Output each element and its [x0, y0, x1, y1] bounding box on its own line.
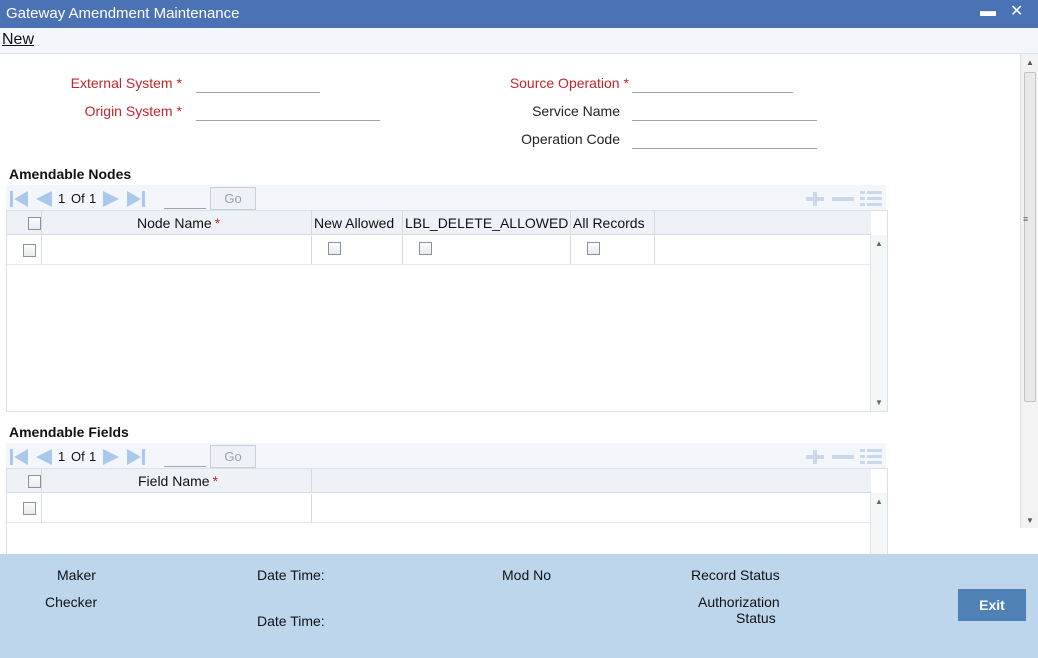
scroll-up-icon[interactable]: ▲ — [875, 497, 883, 506]
delete-row-icon[interactable] — [830, 447, 856, 467]
new-allowed-checkbox[interactable] — [328, 242, 341, 255]
new-button[interactable]: New — [2, 31, 34, 49]
all-records-header: All Records — [573, 215, 645, 231]
minimize-icon[interactable]: ▬ — [980, 2, 996, 22]
delete-row-icon[interactable] — [830, 189, 856, 209]
next-page-icon[interactable] — [101, 189, 123, 209]
origin-system-input[interactable] — [196, 120, 380, 121]
origin-system-label-text: Origin System — [84, 103, 173, 119]
source-operation-label: Source Operation * — [510, 75, 629, 91]
window-title: Gateway Amendment Maintenance — [6, 5, 240, 22]
row-select-checkbox[interactable] — [23, 244, 36, 257]
authorization-label: Authorization — [698, 594, 780, 610]
table-row — [7, 494, 871, 523]
previous-page-icon[interactable] — [32, 447, 54, 467]
required-mark: * — [176, 75, 182, 91]
checker-label: Checker — [45, 594, 98, 610]
page-current: 1 — [58, 191, 66, 206]
last-page-icon[interactable] — [125, 447, 147, 467]
amendable-fields-grid: Field Name * ▲ — [6, 468, 888, 554]
select-all-fields-checkbox[interactable] — [28, 475, 41, 488]
scroll-up-icon[interactable]: ▲ — [875, 239, 883, 248]
page-number-input[interactable] — [164, 191, 206, 209]
fields-toolbar: 1 Of 1 Go — [6, 443, 886, 469]
new-allowed-header: New Allowed — [314, 215, 395, 231]
page-number-input[interactable] — [164, 449, 206, 467]
nodes-grid-header: Node Name * New Allowed LBL_DELETE_ALLOWE… — [7, 211, 871, 235]
add-row-icon[interactable] — [802, 189, 828, 209]
next-page-icon[interactable] — [101, 447, 123, 467]
record-status-label: Record Status — [691, 567, 780, 583]
fields-grid-scrollbar[interactable]: ▲ — [870, 493, 887, 554]
field-name-cell[interactable] — [42, 494, 312, 522]
checker-date-time-label: Date Time: — [257, 613, 325, 629]
page-total: 1 — [89, 191, 97, 206]
table-row — [7, 236, 871, 265]
origin-system-label: Origin System * — [85, 103, 182, 119]
first-page-icon[interactable] — [8, 447, 30, 467]
required-mark: * — [176, 103, 182, 119]
main-scrollbar[interactable]: ▲ ≡ ▼ — [1020, 54, 1038, 528]
scrollbar-grip-icon: ≡ — [1023, 214, 1029, 224]
scrollbar-thumb[interactable] — [1024, 72, 1036, 402]
menu-bar: New — [0, 28, 1038, 54]
select-all-nodes-checkbox[interactable] — [28, 217, 41, 230]
amendable-nodes-grid: Node Name * New Allowed LBL_DELETE_ALLOWE… — [6, 210, 888, 412]
required-mark: * — [623, 75, 629, 91]
service-name-input[interactable] — [632, 120, 817, 121]
external-system-label: External System * — [71, 75, 182, 91]
service-name-label: Service Name — [532, 103, 620, 119]
source-operation-input[interactable] — [632, 92, 793, 93]
close-icon[interactable]: ✕ — [1010, 2, 1023, 22]
operation-code-input[interactable] — [632, 148, 817, 149]
external-system-label-text: External System — [70, 75, 173, 91]
go-button[interactable]: Go — [210, 445, 256, 468]
field-name-header-text: Field Name — [138, 473, 210, 489]
scroll-up-icon[interactable]: ▲ — [1026, 58, 1034, 67]
first-page-icon[interactable] — [8, 189, 30, 209]
nodes-grid-scrollbar[interactable]: ▲ ▼ — [870, 235, 887, 411]
previous-page-icon[interactable] — [32, 189, 54, 209]
audit-footer: Maker Checker Date Time: Date Time: Mod … — [0, 554, 1038, 658]
maker-date-time-label: Date Time: — [257, 567, 325, 583]
node-name-header: Node Name * — [137, 215, 220, 231]
title-bar: Gateway Amendment Maintenance ▬ ✕ — [0, 0, 1038, 28]
maker-label: Maker — [57, 567, 96, 583]
external-system-input[interactable] — [196, 92, 320, 93]
field-name-header: Field Name * — [138, 473, 218, 489]
mod-no-label: Mod No — [502, 567, 552, 583]
fields-grid-header: Field Name * — [7, 469, 871, 493]
exit-button[interactable]: Exit — [958, 589, 1026, 621]
scroll-down-icon[interactable]: ▼ — [1026, 516, 1034, 525]
required-mark: * — [212, 473, 219, 489]
page-total: 1 — [89, 449, 97, 464]
scroll-down-icon[interactable]: ▼ — [875, 398, 883, 407]
node-name-cell[interactable] — [42, 236, 312, 264]
node-name-header-text: Node Name — [137, 215, 212, 231]
row-new-allowed-col — [312, 236, 403, 264]
page-of: Of — [71, 191, 85, 206]
row-select-checkbox[interactable] — [23, 502, 36, 515]
delete-allowed-checkbox[interactable] — [419, 242, 432, 255]
last-page-icon[interactable] — [125, 189, 147, 209]
single-view-icon[interactable] — [858, 189, 884, 209]
content-area: External System * Origin System * Source O… — [0, 54, 1020, 554]
all-records-checkbox[interactable] — [587, 242, 600, 255]
nodes-toolbar: 1 Of 1 Go — [6, 185, 886, 211]
row-all-records-col — [571, 236, 655, 264]
authorization-status-label: Status — [736, 610, 776, 626]
delete-allowed-header: LBL_DELETE_ALLOWED — [405, 215, 569, 231]
required-mark: * — [214, 215, 221, 231]
page-of: Of — [71, 449, 85, 464]
add-row-icon[interactable] — [802, 447, 828, 467]
source-operation-label-text: Source Operation — [509, 75, 620, 91]
amendable-fields-title: Amendable Fields — [9, 424, 129, 440]
amendable-nodes-title: Amendable Nodes — [9, 166, 132, 182]
operation-code-label: Operation Code — [521, 131, 620, 147]
page-current: 1 — [58, 449, 66, 464]
single-view-icon[interactable] — [858, 447, 884, 467]
go-button[interactable]: Go — [210, 187, 256, 210]
